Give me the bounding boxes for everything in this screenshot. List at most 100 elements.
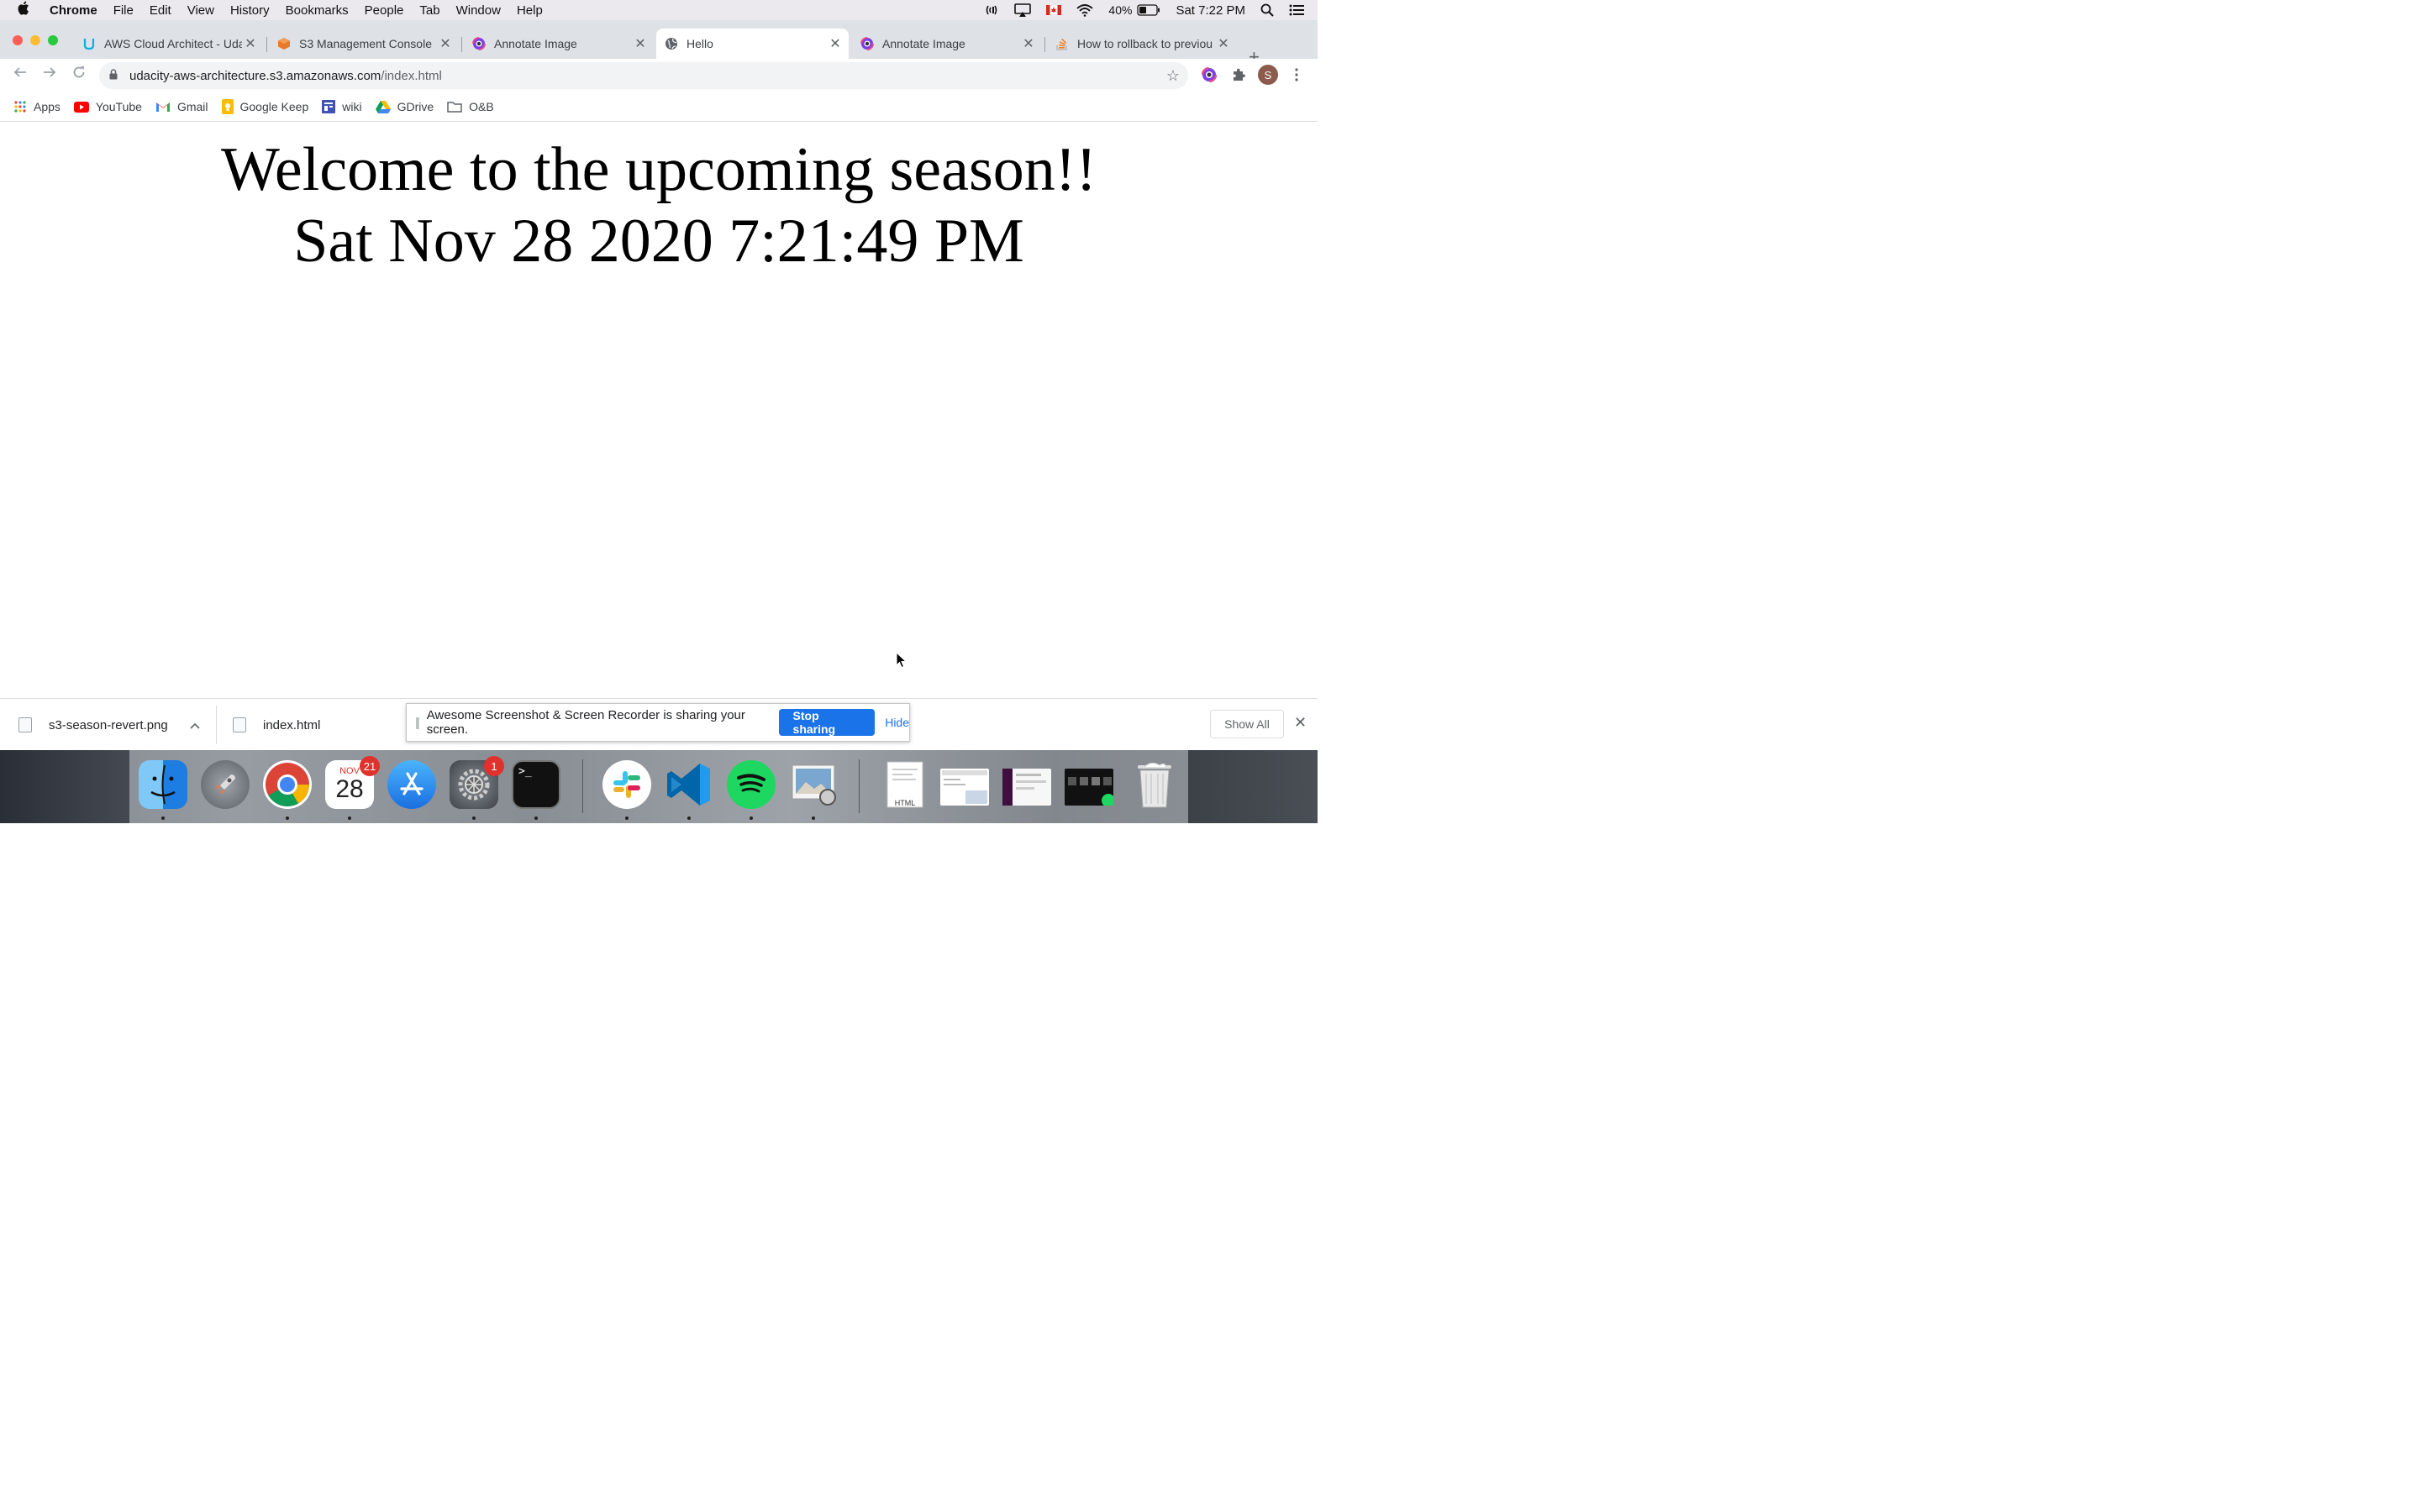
- preview-icon[interactable]: [789, 760, 838, 809]
- window-thumbnail-spotify[interactable]: [1065, 769, 1113, 806]
- download-item-png[interactable]: s3-season-revert.png: [18, 699, 200, 751]
- bookmark-star-icon[interactable]: ☆: [1166, 67, 1180, 85]
- apple-menu-icon[interactable]: [17, 1, 39, 19]
- downloads-stack-thumbnail[interactable]: [940, 769, 989, 806]
- chrome-icon[interactable]: [263, 760, 312, 809]
- running-indicator: [750, 816, 753, 820]
- finder-icon[interactable]: [139, 760, 187, 809]
- bookmark-folder-ob[interactable]: O&B: [447, 100, 494, 113]
- bookmark-google-keep[interactable]: Google Keep: [221, 99, 309, 114]
- bookmark-wiki[interactable]: wiki: [322, 100, 362, 113]
- extensions-puzzle-icon[interactable]: [1231, 67, 1246, 87]
- menu-app-name[interactable]: Chrome: [50, 3, 97, 18]
- html-document-icon[interactable]: HTML: [881, 760, 929, 809]
- tab-title: Hello: [687, 37, 713, 50]
- bookmark-label: YouTube: [95, 100, 142, 113]
- mouse-pointer-icon: [896, 651, 908, 673]
- menubar-clock[interactable]: Sat 7:22 PM: [1176, 3, 1245, 18]
- tab-close-icon[interactable]: ✕: [1215, 35, 1232, 52]
- bookmark-label: Gmail: [176, 100, 208, 113]
- bookmark-label: O&B: [469, 100, 494, 113]
- lock-icon[interactable]: [109, 68, 129, 83]
- wifi-icon[interactable]: [1076, 3, 1094, 17]
- running-indicator: [348, 816, 351, 820]
- tab-annotate-image-1[interactable]: Annotate Image ✕: [464, 29, 654, 59]
- reload-icon[interactable]: [72, 66, 86, 83]
- bookmark-label: Apps: [34, 100, 60, 113]
- tab-divider: [1044, 37, 1045, 52]
- awesome-screenshot-extension-icon[interactable]: [1201, 66, 1218, 87]
- trash-icon[interactable]: [1130, 760, 1179, 809]
- shelf-divider: [216, 706, 217, 744]
- window-thumbnail-slack[interactable]: [1002, 769, 1051, 806]
- slack-icon[interactable]: [602, 760, 651, 809]
- tab-rollback-question[interactable]: How to rollback to previou ✕: [1047, 29, 1237, 59]
- spotlight-search-icon[interactable]: [1260, 3, 1274, 17]
- tab-aws-cloud-architect[interactable]: AWS Cloud Architect - Uda ✕: [74, 29, 264, 59]
- tab-close-icon[interactable]: ✕: [827, 35, 844, 52]
- vscode-icon[interactable]: [665, 760, 713, 809]
- keep-icon: [221, 99, 234, 114]
- menu-bookmarks[interactable]: Bookmarks: [286, 3, 349, 18]
- download-item-html[interactable]: index.html: [233, 699, 320, 751]
- running-indicator: [472, 816, 476, 820]
- tab-close-icon[interactable]: ✕: [242, 35, 259, 52]
- menu-tab[interactable]: Tab: [419, 3, 439, 18]
- drive-icon: [375, 100, 391, 113]
- profile-avatar[interactable]: S: [1258, 65, 1278, 85]
- tab-annotate-image-2[interactable]: Annotate Image ✕: [852, 29, 1042, 59]
- aws-s3-icon: [277, 37, 291, 50]
- tab-strip: AWS Cloud Architect - Uda ✕ S3 Managemen…: [0, 20, 1318, 66]
- radio-waves-icon[interactable]: [984, 3, 999, 17]
- app-store-icon[interactable]: [387, 760, 436, 809]
- url-path: /index.html: [381, 68, 442, 83]
- tab-s3-management-console[interactable]: S3 Management Console ✕: [269, 29, 459, 59]
- bookmark-gdrive[interactable]: GDrive: [375, 100, 434, 113]
- canada-flag-icon[interactable]: [1046, 5, 1062, 15]
- back-arrow-icon[interactable]: [13, 66, 27, 83]
- menu-window[interactable]: Window: [456, 3, 501, 18]
- youtube-icon: [73, 101, 89, 113]
- stop-sharing-button[interactable]: Stop sharing: [778, 709, 876, 736]
- chevron-up-icon[interactable]: [190, 719, 200, 732]
- forward-arrow-icon[interactable]: [43, 66, 56, 83]
- tab-hello[interactable]: Hello ✕: [656, 29, 849, 59]
- tab-close-icon[interactable]: ✕: [632, 35, 649, 52]
- bookmark-youtube[interactable]: YouTube: [73, 100, 142, 113]
- tab-close-icon[interactable]: ✕: [1020, 35, 1037, 52]
- menu-file[interactable]: File: [113, 3, 134, 18]
- window-minimize-button[interactable]: [30, 35, 40, 45]
- menu-edit[interactable]: Edit: [150, 3, 171, 18]
- bookmark-apps[interactable]: Apps: [13, 100, 60, 113]
- sharing-message: Awesome Screenshot & Screen Recorder is …: [426, 708, 745, 737]
- window-zoom-button[interactable]: [48, 35, 58, 45]
- battery-icon[interactable]: [1137, 4, 1160, 16]
- menu-history[interactable]: History: [230, 3, 270, 18]
- spotify-icon[interactable]: [727, 760, 776, 809]
- drag-handle-icon[interactable]: ||: [415, 716, 420, 730]
- close-shelf-icon[interactable]: ✕: [1294, 714, 1307, 732]
- download-filename: index.html: [263, 717, 321, 732]
- bookmark-gmail[interactable]: Gmail: [155, 100, 208, 113]
- menu-people[interactable]: People: [365, 3, 404, 18]
- menu-help[interactable]: Help: [517, 3, 543, 18]
- running-indicator: [812, 816, 815, 820]
- window-close-button[interactable]: [13, 35, 23, 45]
- chrome-menu-icon[interactable]: [1294, 67, 1299, 87]
- notification-center-icon[interactable]: [1289, 4, 1304, 16]
- download-filename: s3-season-revert.png: [49, 717, 168, 732]
- tab-close-icon[interactable]: ✕: [437, 35, 454, 52]
- hide-sharing-bar-button[interactable]: Hide: [885, 716, 909, 729]
- udacity-icon: [82, 37, 96, 50]
- calendar-badge: 21: [360, 756, 380, 776]
- show-all-downloads-button[interactable]: Show All: [1210, 710, 1284, 738]
- airplay-icon[interactable]: [1014, 3, 1032, 17]
- bookmark-label: Google Keep: [239, 100, 309, 113]
- address-bar[interactable]: udacity-aws-architecture.s3.amazonaws.co…: [99, 62, 1188, 89]
- terminal-icon[interactable]: >_: [512, 760, 560, 809]
- stackoverflow-icon: [1055, 37, 1069, 50]
- battery-percent[interactable]: 40%: [1108, 3, 1132, 17]
- launchpad-icon[interactable]: [201, 760, 250, 809]
- menu-view[interactable]: View: [187, 3, 214, 18]
- tab-title: AWS Cloud Architect - Uda: [104, 37, 242, 50]
